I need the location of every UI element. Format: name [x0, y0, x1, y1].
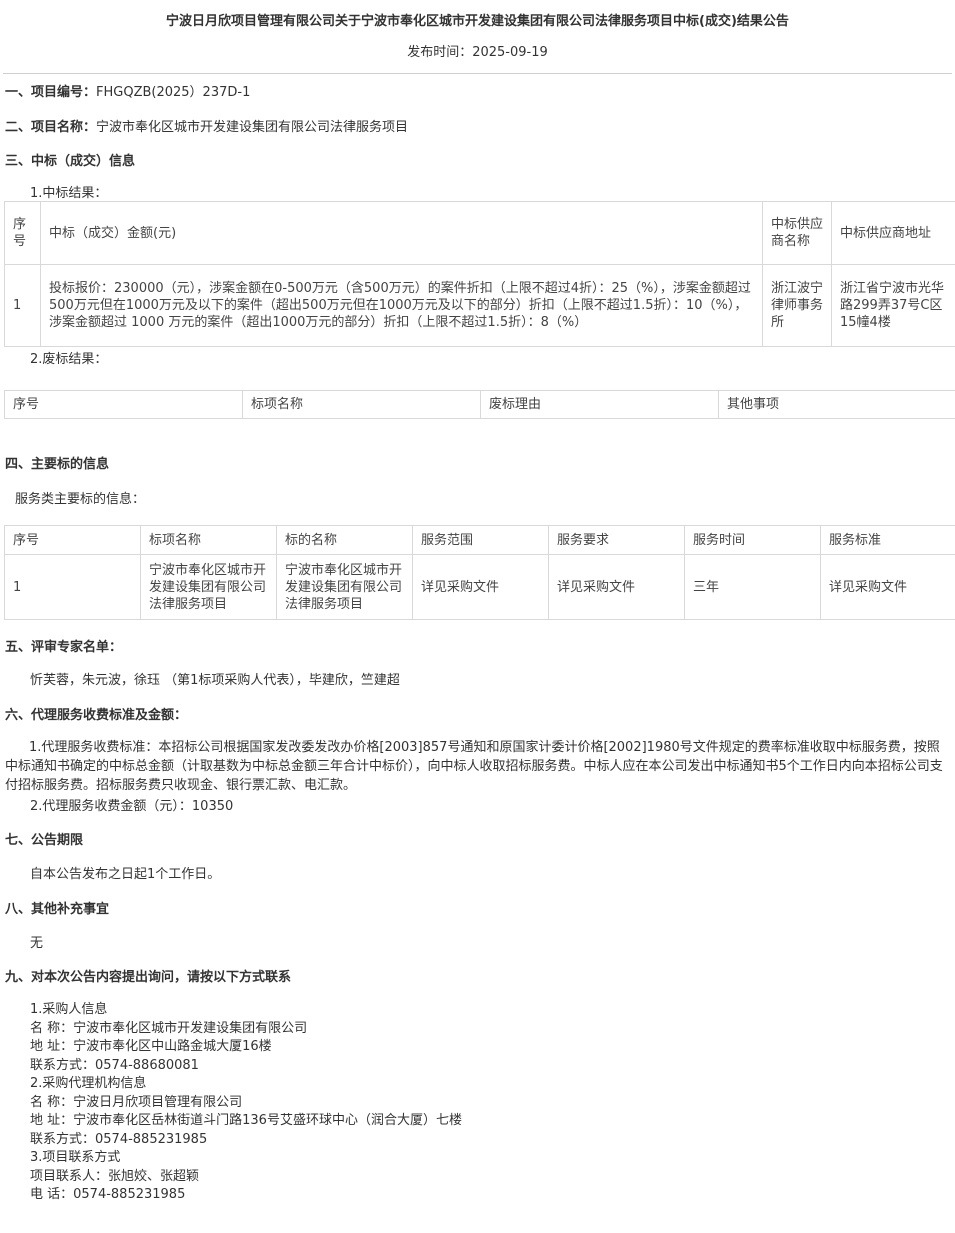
table-cell: 1	[4, 554, 141, 620]
table-row: 1 宁波市奉化区城市开发建设集团有限公司法律服务项目 宁波市奉化区城市开发建设集…	[4, 554, 955, 620]
award-result-table: 序号 中标（成交）金额(元) 中标供应商名称 中标供应商地址 1 投标报价：23…	[4, 201, 955, 347]
contact-line: 电 话：0574-885231985	[30, 1187, 186, 1202]
header-cell: 中标（成交）金额(元)	[40, 201, 763, 265]
subject-info-subheading: 服务类主要标的信息：	[15, 492, 146, 507]
failed-result-subheading: 2.废标结果：	[30, 352, 108, 367]
award-result-subheading: 1.中标结果：	[30, 186, 108, 201]
subject-info-heading: 四、主要标的信息	[5, 457, 110, 472]
supplier-name-cell: 浙江波宁律师事务所	[762, 264, 832, 347]
agency-fee-amount: 2.代理服务收费金额（元）：10350	[30, 799, 234, 814]
table-cell: 详见采购文件	[820, 554, 955, 620]
header-cell: 服务要求	[548, 525, 685, 555]
title-divider	[3, 73, 952, 74]
contact-line: 联系方式：0574-885231985	[30, 1131, 208, 1147]
award-table-header-row: 序号 中标（成交）金额(元) 中标供应商名称 中标供应商地址	[4, 201, 955, 265]
notice-period-heading: 七、公告期限	[5, 833, 84, 848]
project-name-row: 二、项目名称：宁波市奉化区城市开发建设集团有限公司法律服务项目	[5, 116, 408, 135]
experts-heading: 五、评审专家名单：	[5, 640, 123, 655]
header-cell: 中标供应商地址	[831, 201, 955, 265]
contact-line: 2.采购代理机构信息	[30, 1076, 147, 1091]
subject-info-table: 序号 标项名称 标的名称 服务范围 服务要求 服务时间 服务标准 1 宁波市奉化…	[4, 525, 955, 620]
table-cell: 三年	[684, 554, 821, 620]
project-name-heading: 二、项目名称：	[5, 120, 97, 135]
publish-date: 发布时间：2025-09-19	[407, 45, 548, 60]
contact-line: 1.采购人信息	[30, 1002, 108, 1017]
subject-table-header-row: 序号 标项名称 标的名称 服务范围 服务要求 服务时间 服务标准	[4, 525, 955, 555]
header-cell: 服务时间	[684, 525, 821, 555]
contact-line: 项目联系人：张旭姣、张超颖	[30, 1168, 200, 1184]
table-cell: 宁波市奉化区城市开发建设集团有限公司法律服务项目	[276, 554, 413, 620]
header-cell: 标的名称	[276, 525, 413, 555]
table-cell: 1	[4, 264, 41, 347]
project-number-value: FHGQZB(2025）237D-1	[96, 85, 251, 100]
header-cell: 服务标准	[820, 525, 955, 555]
header-cell: 序号	[4, 390, 243, 419]
notice-period-text: 自本公告发布之日起1个工作日。	[30, 867, 221, 882]
contact-block: 1.采购人信息 名 称：宁波市奉化区城市开发建设集团有限公司 地 址：宁波市奉化…	[30, 1001, 462, 1205]
award-amount-cell: 投标报价：230000（元），涉案金额在0-500万元（含500万元）的案件折扣…	[40, 264, 763, 347]
contact-heading: 九、对本次公告内容提出询问，请按以下方式联系	[5, 970, 292, 985]
project-number-heading: 一、项目编号：	[5, 85, 97, 100]
award-info-heading: 三、中标（成交）信息	[5, 154, 136, 169]
table-cell: 宁波市奉化区城市开发建设集团有限公司法律服务项目	[140, 554, 277, 620]
contact-line: 名 称：宁波日月欣项目管理有限公司	[30, 1094, 243, 1110]
agency-fee-standard: 1.代理服务收费标准：本招标公司根据国家发改委发改办价格[2003]857号通知…	[5, 740, 943, 793]
project-number-row: 一、项目编号：FHGQZB(2025）237D-1	[5, 81, 250, 100]
failed-table-header-row: 序号 标项名称 废标理由 其他事项	[4, 390, 955, 419]
page-title: 宁波日月欣项目管理有限公司关于宁波市奉化区城市开发建设集团有限公司法律服务项目中…	[166, 14, 789, 29]
header-cell: 中标供应商名称	[762, 201, 832, 265]
header-cell: 其他事项	[718, 390, 955, 419]
contact-line: 3.项目联系方式	[30, 1150, 121, 1165]
header-cell: 废标理由	[480, 390, 719, 419]
contact-line: 地 址：宁波市奉化区中山路金城大厦16楼	[30, 1039, 272, 1054]
header-cell: 服务范围	[412, 525, 549, 555]
table-row: 1 投标报价：230000（元），涉案金额在0-500万元（含500万元）的案件…	[4, 264, 955, 347]
table-cell: 详见采购文件	[412, 554, 549, 620]
contact-line: 名 称：宁波市奉化区城市开发建设集团有限公司	[30, 1020, 308, 1036]
header-cell: 序号	[4, 525, 141, 555]
header-cell: 标项名称	[140, 525, 277, 555]
failed-result-table: 序号 标项名称 废标理由 其他事项	[4, 390, 955, 419]
project-name-value: 宁波市奉化区城市开发建设集团有限公司法律服务项目	[96, 120, 409, 135]
contact-line: 地 址：宁波市奉化区岳林街道斗门路136号艾盛环球中心（润合大厦）七楼	[30, 1113, 462, 1128]
supplier-address-cell: 浙江省宁波市光华路299弄37号C区15幢4楼	[831, 264, 955, 347]
header-cell: 序号	[4, 201, 41, 265]
experts-list: 忻芙蓉，朱元波，徐珏 （第1标项采购人代表），毕建欣，竺建超	[30, 673, 400, 688]
agency-fee-heading: 六、代理服务收费标准及金额：	[5, 708, 188, 723]
other-matters-text: 无	[30, 936, 44, 951]
table-cell: 详见采购文件	[548, 554, 685, 620]
contact-line: 联系方式：0574-88680081	[30, 1057, 199, 1073]
header-cell: 标项名称	[242, 390, 481, 419]
other-matters-heading: 八、其他补充事宜	[5, 902, 110, 917]
